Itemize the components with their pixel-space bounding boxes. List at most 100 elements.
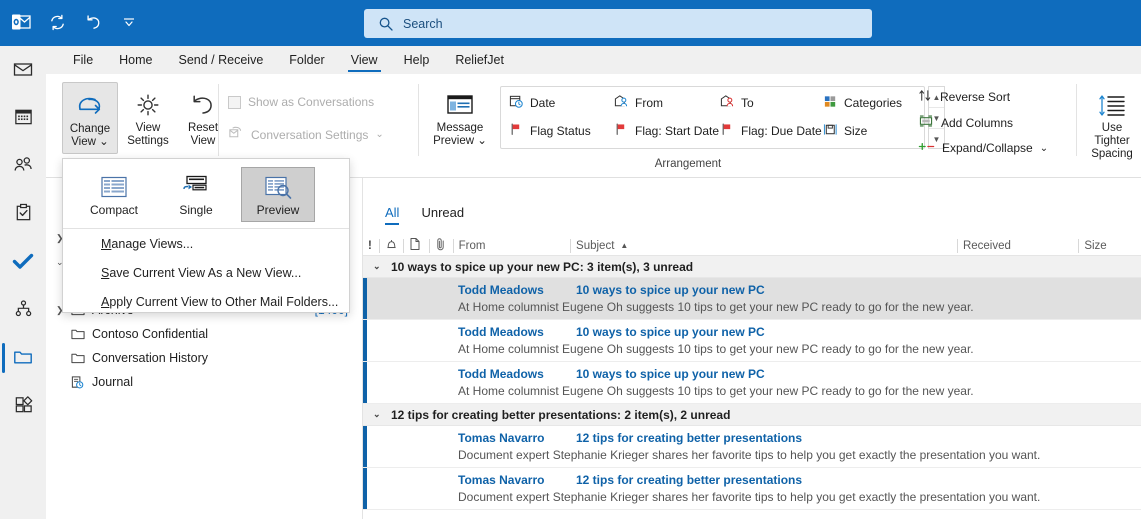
rail-item-mail[interactable] xyxy=(0,46,46,94)
change-view-button[interactable]: Change View ⌄ xyxy=(62,82,118,154)
unread-indicator xyxy=(363,426,367,467)
outlook-logo-icon[interactable] xyxy=(10,11,32,33)
arrange-to-label: To xyxy=(741,96,754,110)
undo-icon[interactable] xyxy=(82,11,104,33)
message-preview-label-line1: Message xyxy=(436,122,484,134)
chevron-down-icon[interactable]: ⌄ xyxy=(373,409,391,420)
folder-item-conversation-history[interactable]: Conversation History xyxy=(46,346,362,370)
group-header-2[interactable]: ⌄ 12 tips for creating better presentati… xyxy=(363,404,1141,426)
reminder-bell-icon xyxy=(385,238,398,254)
conversation-settings-button[interactable]: Conversation Settings ⌄ xyxy=(228,126,384,143)
message-sender: Tomas Navarro xyxy=(458,431,545,445)
save-current-view-menu-item[interactable]: Save Current View As a New View... xyxy=(63,258,349,287)
search-input[interactable]: Search xyxy=(364,9,872,38)
change-view-icon xyxy=(75,89,105,123)
arrange-by-date[interactable]: Date xyxy=(509,94,555,112)
sync-icon[interactable] xyxy=(46,11,68,33)
arrange-by-from[interactable]: From xyxy=(614,94,663,112)
reset-view-label-line2: View xyxy=(190,135,216,147)
conversation-settings-icon xyxy=(228,126,244,143)
expand-collapse-button[interactable]: Expand/Collapse ⌄ xyxy=(918,140,1048,156)
search-icon xyxy=(378,16,394,32)
rail-item-more-apps[interactable] xyxy=(0,382,46,430)
folder-item-journal[interactable]: Journal xyxy=(46,370,362,394)
reminder-column-header[interactable] xyxy=(378,236,403,256)
folder-item-contoso-confidential[interactable]: Contoso Confidential xyxy=(46,322,362,346)
manage-views-menu-item[interactable]: Manage Views... xyxy=(63,229,349,258)
rail-item-tasks[interactable] xyxy=(0,190,46,238)
view-settings-button[interactable]: View Settings xyxy=(120,82,176,148)
mail-icon xyxy=(12,58,34,83)
unread-indicator xyxy=(363,468,367,509)
rail-item-people[interactable] xyxy=(0,142,46,190)
size-column-header[interactable]: Size xyxy=(1078,236,1141,256)
tab-file[interactable]: File xyxy=(60,46,106,74)
table-row[interactable]: Tomas Navarro 12 tips for creating bette… xyxy=(363,468,1141,510)
table-row[interactable]: Todd Meadows 10 ways to spice up your ne… xyxy=(363,320,1141,362)
reverse-sort-button[interactable]: Reverse Sort xyxy=(918,88,1010,106)
table-row[interactable]: Todd Meadows 10 ways to spice up your ne… xyxy=(363,278,1141,320)
apply-view-other-folders-menu-item[interactable]: Apply Current View to Other Mail Folders… xyxy=(63,287,349,316)
todo-check-icon xyxy=(11,249,35,276)
reset-view-button[interactable]: Reset View xyxy=(175,82,231,148)
chevron-down-icon[interactable]: ⌄ xyxy=(373,261,391,272)
rail-item-folders[interactable] xyxy=(0,334,46,382)
view-tile-compact[interactable]: Compact xyxy=(77,167,151,222)
message-sender: Tomas Navarro xyxy=(458,473,545,487)
attachment-column-header[interactable] xyxy=(428,236,453,256)
tab-home[interactable]: Home xyxy=(106,46,165,74)
use-tighter-spacing-label-line1: Use Tighter xyxy=(1094,122,1130,147)
group-header-1[interactable]: ⌄ 10 ways to spice up your new PC: 3 ite… xyxy=(363,256,1141,278)
importance-column-header[interactable]: ! xyxy=(363,236,379,256)
arrange-date-label: Date xyxy=(530,96,556,110)
filter-all[interactable]: All xyxy=(385,205,400,225)
view-tile-preview[interactable]: Preview xyxy=(241,167,315,222)
rail-item-todo[interactable] xyxy=(0,238,46,286)
show-as-conversations-label: Show as Conversations xyxy=(248,95,375,109)
from-column-header[interactable]: From xyxy=(452,236,570,256)
customize-quick-access-toolbar-icon[interactable] xyxy=(118,11,140,33)
ribbon-group-layout: Use Tighter Spacing Fol Pan L xyxy=(1084,74,1141,178)
show-as-conversations-checkbox[interactable]: Show as Conversations xyxy=(228,95,374,109)
message-preview-label-line2: Preview ⌄ xyxy=(433,135,487,147)
view-tile-single[interactable]: Single xyxy=(159,167,233,222)
ribbon-group-sort-commands: Reverse Sort Add Columns Expand/Collapse… xyxy=(918,74,1073,178)
arrange-by-flag-start-date[interactable]: Flag: Start Date xyxy=(614,122,719,140)
filter-unread[interactable]: Unread xyxy=(421,205,464,225)
table-row[interactable]: Todd Meadows 10 ways to spice up your ne… xyxy=(363,362,1141,404)
tab-folder[interactable]: Folder xyxy=(276,46,337,74)
change-view-dropdown: Compact Single Preview M anage Views... … xyxy=(62,158,350,313)
received-column-header[interactable]: Received xyxy=(956,236,1078,256)
table-row[interactable]: Tomas Navarro 12 tips for creating bette… xyxy=(363,426,1141,468)
rail-item-groups[interactable] xyxy=(0,286,46,334)
expand-collapse-icon xyxy=(918,140,935,156)
tab-help[interactable]: Help xyxy=(391,46,443,74)
message-list: All Unread ! From Subject ▲ Received Siz… xyxy=(363,178,1141,519)
arrange-flag-status-label: Flag Status xyxy=(530,124,591,138)
message-sender: Todd Meadows xyxy=(458,367,544,381)
use-tighter-spacing-button[interactable]: Use Tighter Spacing xyxy=(1084,82,1140,161)
message-preview-text: At Home columnist Eugene Oh suggests 10 … xyxy=(458,384,974,398)
message-preview-text: At Home columnist Eugene Oh suggests 10 … xyxy=(458,300,974,314)
arrange-by-categories[interactable]: Categories xyxy=(823,94,902,112)
tab-reliefjet[interactable]: ReliefJet xyxy=(442,46,517,74)
importance-icon: ! xyxy=(368,239,372,252)
arrange-by-size[interactable]: Size xyxy=(823,122,867,140)
accel-key: M xyxy=(101,236,112,251)
subject-column-header[interactable]: Subject ▲ xyxy=(570,236,957,256)
item-icon-column-header[interactable] xyxy=(402,236,429,256)
add-columns-button[interactable]: Add Columns xyxy=(918,114,1013,131)
tab-send-receive[interactable]: Send / Receive xyxy=(166,46,277,74)
message-preview-button[interactable]: Message Preview ⌄ xyxy=(432,82,488,148)
rail-item-calendar[interactable] xyxy=(0,94,46,142)
message-preview-icon xyxy=(445,88,475,122)
arrange-by-to[interactable]: To xyxy=(720,94,754,112)
arrange-by-flag-due-date[interactable]: Flag: Due Date xyxy=(720,122,822,140)
tighter-spacing-icon xyxy=(1097,88,1127,122)
arrange-by-flag-status[interactable]: Flag Status xyxy=(509,122,591,140)
tab-view[interactable]: View xyxy=(338,46,391,74)
to-icon xyxy=(720,94,735,112)
use-tighter-spacing-label-line2: Spacing xyxy=(1091,148,1133,160)
arrange-flag-due-date-label: Flag: Due Date xyxy=(741,124,822,138)
arrangement-group-label: Arrangement xyxy=(654,158,722,170)
